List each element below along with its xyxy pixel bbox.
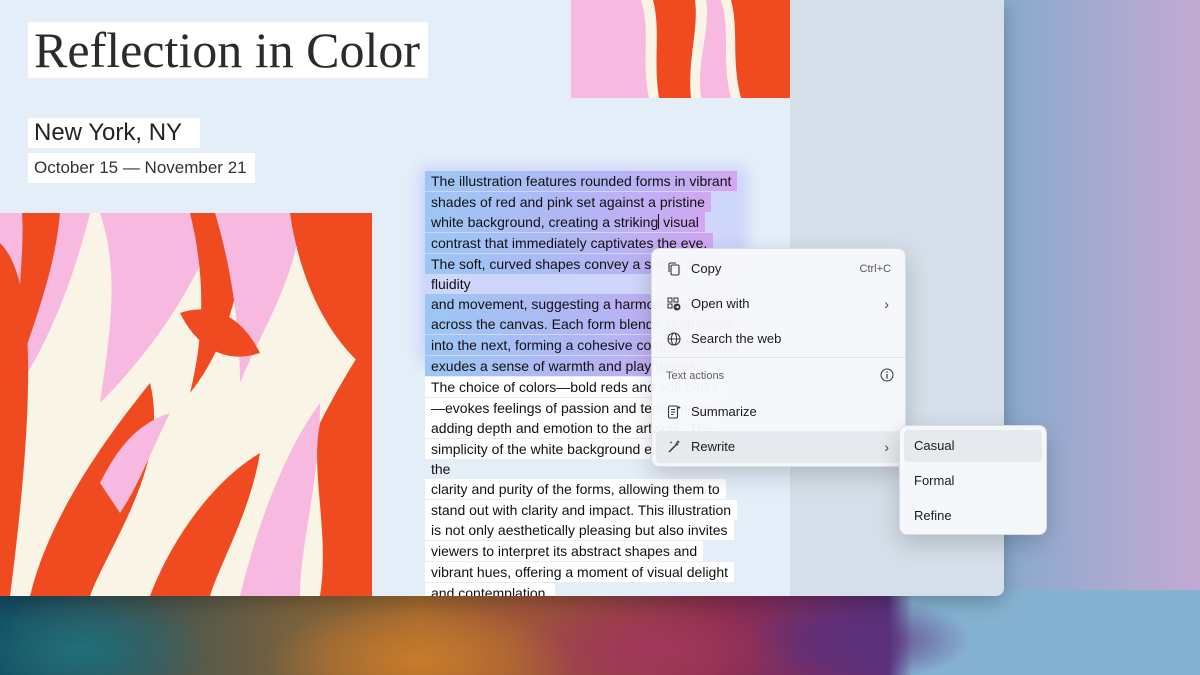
desktop-wallpaper	[0, 590, 1200, 675]
text-segment[interactable]: white background, creating a striking	[431, 214, 658, 230]
menu-item-label: Search the web	[691, 331, 782, 346]
text-line[interactable]: The illustration features rounded forms …	[425, 171, 738, 191]
submenu-item-casual[interactable]: Casual	[904, 430, 1042, 462]
artwork-main	[0, 213, 372, 596]
submenu-item-label: Refine	[914, 508, 952, 523]
submenu-item-label: Formal	[914, 473, 955, 488]
menu-item-search-web[interactable]: Search the web	[656, 323, 901, 355]
text-line[interactable]: stand out with clarity and impact. This …	[425, 499, 738, 520]
text-segment[interactable]: visual	[663, 214, 699, 230]
rewrite-submenu: Casual Formal Refine	[899, 425, 1047, 535]
text-cursor	[658, 214, 660, 230]
text-line[interactable]: clarity and purity of the forms, allowin…	[425, 479, 726, 500]
open-with-icon	[667, 297, 681, 311]
rewrite-icon	[668, 440, 680, 453]
shortcut-text: Ctrl+C	[859, 263, 891, 275]
globe-icon	[667, 332, 681, 346]
copy-icon	[668, 262, 680, 276]
chevron-right-icon: ›	[884, 439, 889, 455]
menu-section-header: Text actions	[666, 370, 725, 382]
chevron-right-icon: ›	[884, 296, 889, 312]
menu-item-label: Summarize	[691, 404, 757, 419]
document-dates: October 15 — November 21	[28, 153, 255, 183]
menu-item-summarize[interactable]: Summarize	[656, 396, 901, 428]
document-title: Reflection in Color	[28, 22, 429, 78]
submenu-item-label: Casual	[914, 438, 955, 453]
context-menu: Copy Ctrl+C Open with › Search the web T…	[651, 248, 906, 467]
summarize-icon	[667, 405, 681, 419]
text-line[interactable]: vibrant hues, offering a moment of visua…	[425, 561, 735, 582]
text-line[interactable]: and contemplation.	[425, 582, 556, 596]
menu-divider	[652, 357, 905, 358]
menu-item-copy[interactable]: Copy Ctrl+C	[656, 253, 901, 285]
menu-item-label: Copy	[691, 261, 722, 276]
artwork-top	[571, 0, 790, 98]
text-line[interactable]: viewers to interpret its abstract shapes…	[425, 541, 704, 562]
text-line[interactable]: white background, creating a striking vi…	[425, 212, 705, 233]
info-icon[interactable]	[880, 368, 894, 382]
menu-item-label: Open with	[691, 296, 750, 311]
text-line[interactable]: shades of red and pink set against a pri…	[425, 191, 711, 212]
document-location: New York, NY	[28, 118, 201, 148]
submenu-item-formal[interactable]: Formal	[904, 465, 1042, 497]
submenu-item-refine[interactable]: Refine	[904, 500, 1042, 532]
text-line[interactable]: is not only aesthetically pleasing but a…	[425, 520, 734, 541]
menu-item-rewrite[interactable]: Rewrite ›	[656, 431, 901, 463]
menu-item-label: Rewrite	[691, 439, 736, 454]
menu-item-open-with[interactable]: Open with ›	[656, 288, 901, 320]
